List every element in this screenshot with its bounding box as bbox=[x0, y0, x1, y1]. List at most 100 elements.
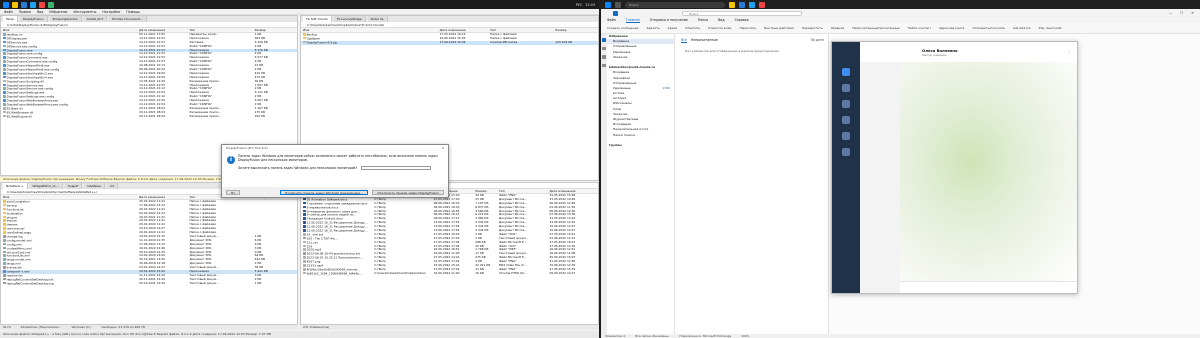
bots-icon[interactable] bbox=[842, 132, 850, 140]
ribbon-tab[interactable]: Главная bbox=[625, 17, 640, 23]
file-cell: 192 КБ bbox=[253, 115, 297, 119]
column-header-cell[interactable]: Дата изменения bbox=[137, 28, 187, 32]
menu-item[interactable]: Правка bbox=[19, 9, 31, 14]
cell-text: 31.05.2022 12:56 bbox=[549, 260, 576, 264]
disable-displayfusion-taskbar-button[interactable]: Отключить панели задач DisplayFusion bbox=[372, 189, 444, 195]
column-header-cell[interactable]: Размер bbox=[473, 189, 497, 193]
ribbon-button[interactable]: Правила bbox=[831, 26, 844, 30]
task-view-icon[interactable] bbox=[615, 1, 621, 8]
personal-icon[interactable] bbox=[842, 84, 850, 92]
telegram-icon[interactable] bbox=[30, 1, 36, 8]
disable-windows-taskbar-button[interactable]: Отключить панель задач Windows (рекоменд… bbox=[279, 189, 369, 195]
maximize-icon[interactable]: ☐ bbox=[1180, 11, 1183, 15]
cell-text: 15.06.2022 12:47 bbox=[549, 229, 576, 233]
cell-text: 31.05.2022 17:04 bbox=[433, 260, 460, 264]
ribbon-button[interactable]: Ответить всем bbox=[708, 26, 731, 30]
chrome-icon[interactable] bbox=[39, 1, 45, 8]
column-header-cell[interactable]: Тип bbox=[187, 28, 252, 32]
tab[interactable]: ALIGN_ACT bbox=[83, 16, 108, 22]
cell-text: C:\Temp bbox=[374, 267, 386, 271]
calendar-icon[interactable] bbox=[602, 46, 606, 50]
menu-item[interactable]: Файл bbox=[4, 9, 13, 14]
ribbon-tab[interactable]: Вид bbox=[718, 17, 724, 23]
tab[interactable]: CV bbox=[107, 183, 119, 189]
chrome-icon-2[interactable] bbox=[759, 1, 765, 8]
menu-item[interactable]: Инструменты bbox=[74, 9, 97, 14]
tab[interactable]: Elmdev Document… bbox=[109, 16, 147, 22]
file-icon bbox=[3, 56, 6, 59]
people-icon[interactable] bbox=[602, 55, 606, 59]
ribbon-button[interactable]: Непрочитанные/прочитанные bbox=[852, 26, 899, 30]
column-header-cell[interactable]: Размер bbox=[553, 28, 598, 32]
ribbon-button[interactable]: Удалить bbox=[647, 26, 660, 30]
column-header-cell[interactable]: Имя bbox=[1, 28, 137, 32]
ribbon-tab[interactable]: Файл bbox=[607, 17, 616, 23]
ribbon-button[interactable]: Переместить bbox=[802, 26, 823, 30]
all-chats-icon[interactable] bbox=[842, 68, 850, 76]
ribbon-button[interactable]: Быстрые действия bbox=[764, 26, 794, 30]
minimize-icon[interactable]: — bbox=[1169, 11, 1172, 15]
groups-icon[interactable] bbox=[842, 100, 850, 108]
ribbon-button[interactable]: Архив bbox=[668, 26, 677, 30]
sort-dropdown[interactable]: По дате bbox=[811, 38, 824, 43]
ribbon-button[interactable]: Адресная книга bbox=[939, 26, 964, 30]
outlook-icon[interactable] bbox=[21, 1, 27, 8]
close-icon[interactable]: ✕ bbox=[441, 145, 448, 151]
filter-all[interactable]: Все bbox=[681, 38, 687, 43]
ribbon-button[interactable]: Упр. Анатолий bbox=[1039, 26, 1062, 30]
clock[interactable]: 12:03 bbox=[585, 3, 595, 7]
close-window-icon[interactable]: ✕ bbox=[1191, 11, 1194, 15]
file-icon bbox=[303, 248, 306, 252]
ribbon-tab[interactable]: Справка bbox=[735, 17, 749, 23]
column-header-cell[interactable]: Имя bbox=[1, 195, 137, 199]
column-header-cell[interactable]: Дата изменения bbox=[547, 189, 597, 193]
outlook-search-input[interactable]: Поиск bbox=[682, 10, 802, 16]
column-header-cell[interactable]: Размер bbox=[253, 28, 297, 32]
column-header-cell[interactable]: Тип bbox=[497, 189, 547, 193]
start-icon[interactable] bbox=[3, 1, 9, 8]
ribbon-tab[interactable]: Отправка и получение bbox=[650, 17, 688, 23]
column-header-cell[interactable]: Дата изменения bbox=[438, 28, 488, 32]
ribbon-button[interactable]: Переслать bbox=[739, 26, 756, 30]
filter-unread[interactable]: Непрочитанные bbox=[691, 38, 718, 43]
lang-indicator[interactable]: РУС bbox=[576, 3, 582, 7]
app-icon[interactable] bbox=[48, 1, 54, 8]
ribbon-button[interactable]: Найти контакт bbox=[908, 26, 931, 30]
cell-text: 20.01.2022 11:41 bbox=[139, 200, 165, 203]
menu-item[interactable]: Вид bbox=[37, 9, 43, 14]
outlook-icon-2[interactable] bbox=[739, 1, 745, 8]
file-row[interactable]: fb891b2_1004_1000098489_fd4d9b… C:\Users\… bbox=[301, 271, 598, 276]
ribbon-button[interactable]: Создать сообщение bbox=[607, 26, 639, 30]
folder-label: Группы bbox=[609, 142, 622, 147]
dialog-message: Панель задач Windows для мониторов сейча… bbox=[238, 154, 438, 163]
mail-icon[interactable] bbox=[602, 38, 606, 42]
cell-text: user.manual bbox=[6, 227, 25, 231]
menu-item[interactable]: Настройки bbox=[102, 9, 120, 14]
more-icon[interactable]: ⋮ bbox=[1067, 50, 1077, 55]
telegram-icon-2[interactable] bbox=[749, 1, 755, 8]
tasks-icon[interactable] bbox=[602, 63, 606, 67]
column-header-cell[interactable]: Тип bbox=[488, 28, 553, 32]
edit-icon[interactable] bbox=[842, 148, 850, 156]
folder-section[interactable]: Группы bbox=[607, 143, 674, 148]
taskbar-search[interactable]: Поиск bbox=[625, 1, 725, 8]
ribbon-tab[interactable]: Папка bbox=[698, 17, 708, 23]
explorer-icon[interactable] bbox=[12, 1, 18, 8]
file-row[interactable]: ES.WebEngine.dll 29.11.2021 18:04 Расширен… bbox=[1, 114, 297, 119]
start-icon-2[interactable] bbox=[605, 1, 611, 8]
column-header-cell[interactable]: Имя bbox=[301, 28, 438, 32]
column-header-cell[interactable]: Дата изменения bbox=[137, 195, 187, 199]
ribbon-button[interactable]: Ответить bbox=[685, 26, 700, 30]
cell-text: C:\Temp bbox=[374, 221, 386, 225]
channels-icon[interactable] bbox=[842, 116, 850, 124]
message-input[interactable] bbox=[900, 281, 1077, 293]
ribbon-button[interactable]: Get Add-ins bbox=[1013, 26, 1031, 30]
file-row[interactable]: DisplayFusion-9.9.zip 17.06.2022 15:04 Сжа… bbox=[301, 40, 598, 45]
menu-item[interactable]: Избранное bbox=[49, 9, 67, 14]
more-button[interactable]: Но bbox=[226, 189, 241, 195]
file-row[interactable]: replugRelContentSetDesktop.log 20.12.2021… bbox=[1, 281, 297, 286]
explorer-icon-2[interactable] bbox=[729, 1, 735, 8]
menu-item[interactable]: Помощь bbox=[126, 9, 140, 14]
ribbon-button[interactable]: Отправить/получить bbox=[972, 26, 1005, 30]
dialog-field[interactable] bbox=[361, 165, 432, 170]
